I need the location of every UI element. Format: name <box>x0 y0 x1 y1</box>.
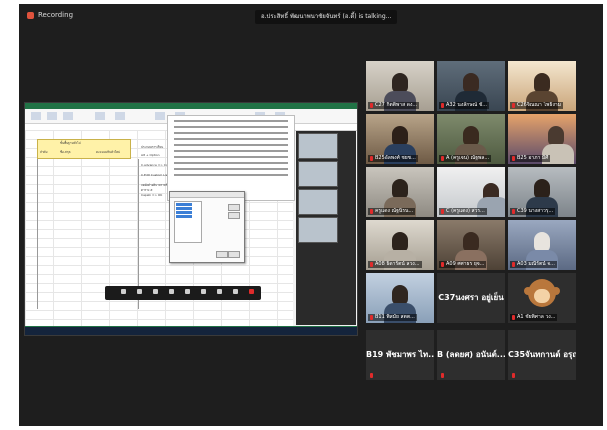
mic-muted-icon <box>370 209 373 214</box>
mic-muted-icon <box>441 262 444 267</box>
col-header-2: ชื่อ-สกุล <box>60 150 71 154</box>
participant-tile[interactable]: B25 อาภา มีศี <box>508 114 576 164</box>
mini-video-1 <box>298 133 338 159</box>
ok-button <box>216 251 228 258</box>
mic-muted-icon <box>512 209 515 214</box>
participant-tile[interactable]: ครูแดง ณัฐนิรน... <box>366 167 434 217</box>
participant-name: A09 ศศาธร ยุจ... <box>446 261 485 267</box>
participant-tile[interactable]: B (ลดยศ) อนันต์... <box>437 330 505 380</box>
table-title: ขั้นพื้นฐานทั่วไป <box>60 141 81 145</box>
notes-title: ประกอบการเรียน <box>141 145 164 149</box>
record-icon <box>27 11 34 19</box>
participant-name: C (ครูแดง) สวร... <box>446 208 485 214</box>
zoom-meeting-window: Recording อ.ประสิทธิ์ พัฒนาพนาชัยจันทร์ … <box>19 4 603 426</box>
shared-screen[interactable]: ขั้นพื้นฐานทั่วไป ลำดับ ชื่อ-สกุล คะแนนป… <box>24 102 358 336</box>
col-header-1: ลำดับ <box>40 150 48 154</box>
custom-list-box <box>174 201 202 243</box>
participant-tile[interactable]: C26จิณณา โพธิงาม <box>508 61 576 111</box>
participant-name: B25อัลพงศ์ ชยช... <box>375 155 416 161</box>
active-speaker-banner: อ.ประสิทธิ์ พัฒนาพนาชัยจันทร์ (อ.ดี้) is… <box>255 10 398 24</box>
windows-taskbar <box>25 327 357 335</box>
participant-name: A1 ชัยพิศาล วง... <box>517 314 556 320</box>
mic-muted-icon <box>370 315 373 320</box>
top-bar: Recording อ.ประสิทธิ์ พัฒนาพนาชัยจันทร์ … <box>19 4 603 30</box>
mic-muted-icon <box>512 315 515 320</box>
participant-tile[interactable]: B25อัลพงศ์ ชยช... <box>366 114 434 164</box>
monkey-avatar-icon <box>524 279 560 307</box>
mini-video-4 <box>298 217 338 243</box>
participant-name: C39 นางสาวรุ... <box>517 208 554 214</box>
participant-name: C26จิณณา โพธิงาม <box>517 102 562 108</box>
recording-label: Recording <box>38 11 74 19</box>
mic-muted-icon <box>370 103 373 108</box>
mini-video-3 <box>298 189 338 215</box>
participant-name: B19 พัชมาพร ไท... <box>366 350 434 359</box>
screen-share-toolbar <box>105 286 261 300</box>
participant-tile[interactable]: C (ครูแดง) สวร... <box>437 167 505 217</box>
participant-name: B (ลดยศ) อนันต์... <box>437 350 505 359</box>
participant-name: C37นงศรา อยู่เย็น <box>438 293 504 302</box>
delete-button <box>228 212 240 219</box>
participant-name: B11 พิสมัย สตต... <box>375 314 415 320</box>
mic-muted-icon <box>441 103 444 108</box>
mini-video-2 <box>298 161 338 187</box>
note-1: Alt + Option <box>141 153 160 157</box>
participant-name: B25 อาภา มีศี <box>517 155 549 161</box>
note-5: Capslk => OK <box>141 193 163 197</box>
mic-muted-icon <box>441 373 444 378</box>
mic-muted-icon <box>512 373 515 378</box>
participant-tile[interactable]: A1 ชัยพิศาล วง... <box>508 273 576 323</box>
participant-name: C35จันทกานต์ อรุณ... <box>508 350 576 359</box>
participant-tile[interactable]: B19 พัชมาพร ไท... <box>366 330 434 380</box>
participant-name: C27 กิตติพาส ดง... <box>375 102 418 108</box>
participant-tile[interactable]: C35จันทกานต์ อรุณ... <box>508 330 576 380</box>
participant-name: A (ครูเจน) ณัฐพล... <box>446 155 490 161</box>
participant-name: A32 นงลักษณ์ ชั... <box>446 102 488 108</box>
add-button <box>228 204 240 211</box>
mic-muted-icon <box>370 156 373 161</box>
participant-tile[interactable]: A32 นงลักษณ์ ชั... <box>437 61 505 111</box>
participant-tile[interactable]: A03 มณีรัตน์ จ... <box>508 220 576 270</box>
participant-tile[interactable]: B11 พิสมัย สตต... <box>366 273 434 323</box>
participant-tile[interactable]: C39 นางสาวรุ... <box>508 167 576 217</box>
col-header-3: คะแนนปรับตัวใหม่ <box>96 150 121 154</box>
mic-muted-icon <box>512 156 515 161</box>
participant-name: ครูแดง ณัฐนิรน... <box>375 208 414 214</box>
mic-muted-icon <box>370 262 373 267</box>
custom-lists-dialog <box>169 191 245 263</box>
cancel-button <box>228 251 240 258</box>
participant-tile[interactable]: C27 กิตติพาส ดง... <box>366 61 434 111</box>
participant-tile[interactable]: C37นงศรา อยู่เย็น <box>437 273 505 323</box>
note-3: C.Edit Custom List <box>141 173 169 177</box>
mic-muted-icon <box>370 373 373 378</box>
excel-table-header: ขั้นพื้นฐานทั่วไป ลำดับ ชื่อ-สกุล คะแนนป… <box>37 139 131 159</box>
mic-muted-icon <box>512 262 515 267</box>
participant-tile[interactable]: A (ครูเจน) ณัฐพล... <box>437 114 505 164</box>
mic-muted-icon <box>441 156 444 161</box>
mic-muted-icon <box>441 209 444 214</box>
recording-indicator[interactable]: Recording <box>27 11 73 19</box>
participant-name: A03 มณีรัตน์ จ... <box>517 261 555 267</box>
participant-name: A08 ธิดารัตน์ ลวง... <box>375 261 420 267</box>
participant-tile[interactable]: A08 ธิดารัตน์ ลวง... <box>366 220 434 270</box>
excel-options-dialog <box>167 115 295 201</box>
mic-muted-icon <box>512 103 515 108</box>
participant-tile[interactable]: A09 ศศาธร ยุจ... <box>437 220 505 270</box>
